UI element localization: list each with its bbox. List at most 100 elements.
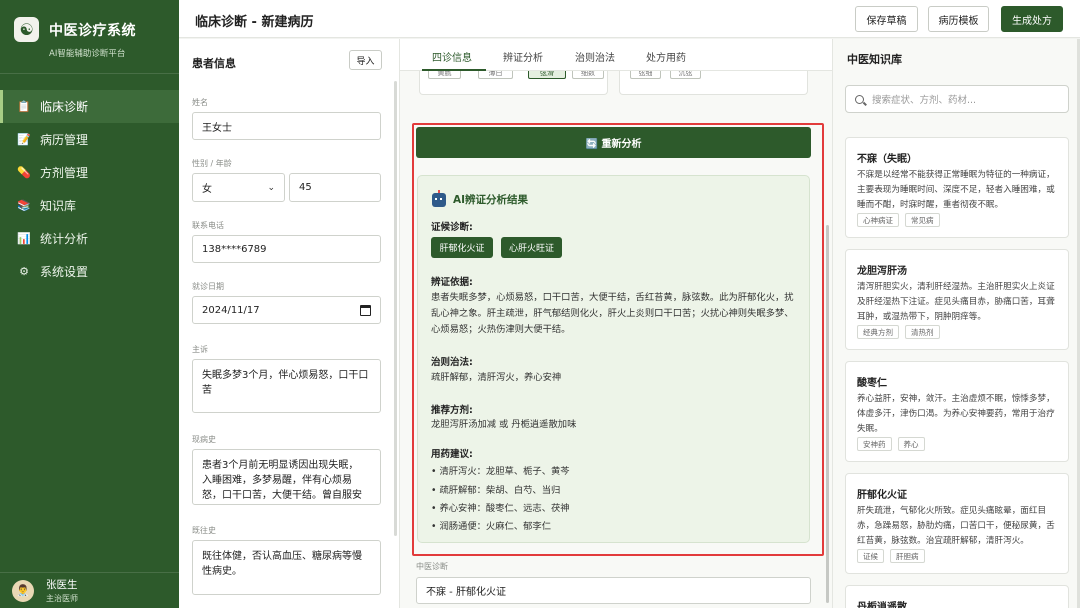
knowledge-panel: 中医知识库 搜索症状、方剂、药材... 不寐（失眠） 不寐是以经常不能获得正常睡… — [832, 39, 1080, 608]
avatar: 👨‍⚕️ — [12, 579, 34, 602]
tcm-diagnosis-label: 中医诊断 — [416, 562, 448, 571]
knowledge-tag[interactable]: 证候 — [857, 549, 884, 563]
visit-date-value: 2024/11/17 — [202, 304, 260, 316]
pill-icon: 💊 — [17, 165, 31, 179]
sex-value: 女 — [202, 184, 212, 195]
sidebar-item-label: 统计分析 — [40, 232, 89, 246]
phone-field[interactable]: 138****6789 — [192, 235, 381, 263]
sidebar-item-label: 系统设置 — [40, 265, 89, 279]
name-field[interactable]: 王女士 — [192, 112, 381, 140]
sidebar-item-knowledge[interactable]: 📚 知识库 — [0, 189, 179, 222]
patient-panel-title: 患者信息 — [192, 57, 236, 70]
present-history-field[interactable]: 患者3个月前无明显诱因出现失眠，入睡困难，多梦易醒，伴有心烦易怒，口干口苦，大便… — [192, 449, 381, 505]
name-label: 姓名 — [192, 98, 208, 107]
knowledge-card[interactable]: 肝郁化火证 肝失疏泄，气郁化火所致。症见头痛眩晕，面红目赤，急躁易怒，胁肋灼痛，… — [845, 473, 1069, 574]
knowledge-card-title: 丹栀逍遥散 — [857, 602, 907, 608]
import-button[interactable]: 导入 — [349, 50, 382, 70]
sidebar-item-label: 临床诊断 — [40, 100, 89, 114]
knowledge-card-desc: 不寐是以经常不能获得正常睡眠为特征的一种病证，主要表现为睡眠时间、深度不足，轻者… — [857, 170, 1055, 210]
clipboard-icon: 📋 — [17, 99, 31, 113]
knowledge-tag[interactable]: 肝胆病 — [890, 549, 925, 563]
age-field[interactable]: 45 — [289, 173, 381, 202]
knowledge-card[interactable]: 龙胆泻肝汤 清泻肝胆实火，清利肝经湿热。主治肝胆实火上炎证及肝经湿热下注证。症见… — [845, 249, 1069, 350]
document-icon: 📝 — [17, 132, 31, 146]
knowledge-tag[interactable]: 经典方剂 — [857, 325, 899, 339]
save-draft-button[interactable]: 保存草稿 — [855, 6, 918, 32]
user-role: 主治医师 — [46, 594, 78, 603]
history-label: 现病史 — [192, 435, 216, 444]
chart-icon: 📊 — [17, 231, 31, 245]
brand-divider — [0, 73, 179, 74]
formula-label: 推荐方剂: — [431, 405, 473, 416]
tab-syndrome-analysis[interactable]: 辨证分析 — [503, 49, 543, 64]
knowledge-card-desc: 养心益肝，安神，敛汗。主治虚烦不眠，惊悸多梦，体虚多汗，津伤口渴。为养心安神要药… — [857, 394, 1055, 434]
sidebar-item-records[interactable]: 📝 病历管理 — [0, 123, 179, 156]
sex-age-label: 性别 / 年龄 — [192, 159, 232, 168]
sidebar-item-settings[interactable]: ⚙ 系统设置 — [0, 255, 179, 288]
chevron-down-icon: ⌄ — [267, 182, 275, 193]
sidebar-nav: 📋 临床诊断 📝 病历管理 💊 方剂管理 📚 知识库 📊 统计分析 ⚙ 系统设置 — [0, 90, 179, 288]
knowledge-card[interactable]: 不寐（失眠） 不寐是以经常不能获得正常睡眠为特征的一种病证，主要表现为睡眠时间、… — [845, 137, 1069, 238]
search-placeholder: 搜索症状、方剂、药材... — [872, 95, 977, 106]
active-tab-indicator — [422, 69, 486, 71]
date-label: 就诊日期 — [192, 282, 224, 291]
herb-suggestion: • 润肠通便：火麻仁、郁李仁 — [431, 521, 552, 532]
knowledge-card-tags: 经典方剂 清热剂 — [857, 325, 946, 339]
diagnosis-panel: 黄腻 薄白 弦滑 细数 弦细 沉弦 四诊信息 辨证分析 治则治法 处方用药 🔄 … — [400, 39, 832, 608]
patient-panel-scrollbar[interactable] — [394, 81, 397, 536]
user-profile[interactable]: 👨‍⚕️ 张医生 主治医师 — [0, 572, 179, 608]
generate-prescription-button[interactable]: 生成处方 — [1001, 6, 1063, 32]
knowledge-card-tags: 安神药 养心 — [857, 437, 931, 451]
search-icon — [855, 94, 864, 104]
sidebar-item-clinical-diagnosis[interactable]: 📋 临床诊断 — [0, 90, 179, 123]
knowledge-search-input[interactable]: 搜索症状、方剂、药材... — [845, 85, 1069, 113]
syndrome-tag: 肝郁化火证 — [431, 237, 493, 258]
app-title: 中医诊疗系统 — [49, 22, 136, 39]
tab-prescription[interactable]: 处方用药 — [646, 49, 686, 64]
complaint-label: 主诉 — [192, 345, 208, 354]
knowledge-card[interactable]: 酸枣仁 养心益肝，安神，敛汗。主治虚烦不眠，惊悸多梦，体虚多汗，津伤口渴。为养心… — [845, 361, 1069, 462]
knowledge-card-title: 肝郁化火证 — [857, 490, 907, 501]
formula-text: 龙胆泻肝汤加减 或 丹栀逍遥散加味 — [431, 419, 577, 430]
patient-panel: 患者信息 导入 姓名 王女士 性别 / 年龄 女 ⌄ 45 联系电话 138**… — [179, 39, 400, 608]
knowledge-card-tags: 证候 肝胆病 — [857, 549, 931, 563]
result-title: AI辨证分析结果 — [453, 194, 529, 206]
method-text: 疏肝解郁，清肝泻火，养心安神 — [431, 372, 562, 383]
record-template-button[interactable]: 病历模板 — [928, 6, 989, 32]
reanalyze-button[interactable]: 🔄 重新分析 — [416, 127, 811, 158]
knowledge-tag[interactable]: 心神病证 — [857, 213, 899, 227]
knowledge-card[interactable]: 丹栀逍遥散 — [845, 585, 1069, 608]
diagnosis-panel-scrollbar[interactable] — [826, 225, 829, 603]
sidebar-item-label: 方剂管理 — [40, 166, 89, 180]
gear-icon: ⚙ — [19, 264, 29, 278]
tab-treatment-principle[interactable]: 治则治法 — [575, 49, 615, 64]
past-history-label: 既往史 — [192, 526, 216, 535]
tcm-diagnosis-field[interactable]: 不寐 - 肝郁化火证 — [416, 577, 811, 604]
sidebar-item-statistics[interactable]: 📊 统计分析 — [0, 222, 179, 255]
syndrome-dx-label: 证候诊断: — [431, 222, 473, 233]
knowledge-card-title: 酸枣仁 — [857, 378, 887, 389]
sidebar: ☯ 中医诊疗系统 AI智能辅助诊断平台 📋 临床诊断 📝 病历管理 💊 方剂管理… — [0, 0, 179, 608]
pulse-card: 弦细 沉弦 — [619, 67, 808, 95]
visit-date-field[interactable]: 2024/11/17 — [192, 296, 381, 324]
herb-suggestion: • 养心安神：酸枣仁、远志、茯神 — [431, 503, 570, 514]
phone-label: 联系电话 — [192, 221, 224, 230]
sidebar-item-label: 病历管理 — [40, 133, 89, 147]
sex-select[interactable]: 女 ⌄ — [192, 173, 285, 202]
herb-suggestion: • 清肝泻火：龙胆草、栀子、黄芩 — [431, 466, 570, 477]
top-bar: 临床诊断 - 新建病历 保存草稿 病历模板 生成处方 — [179, 0, 1080, 38]
user-name: 张医生 — [46, 579, 78, 591]
knowledge-tag[interactable]: 常见病 — [905, 213, 940, 227]
sidebar-item-formulas[interactable]: 💊 方剂管理 — [0, 156, 179, 189]
past-history-field[interactable]: 既往体健，否认高血压、糖尿病等慢性病史。 — [192, 540, 381, 595]
app-subtitle: AI智能辅助诊断平台 — [49, 49, 126, 59]
calendar-icon[interactable] — [360, 304, 371, 316]
yin-yang-logo-icon: ☯ — [14, 17, 39, 42]
knowledge-tag[interactable]: 清热剂 — [905, 325, 940, 339]
chief-complaint-field[interactable]: 失眠多梦3个月，伴心烦易怒，口干口苦 — [192, 359, 381, 413]
tongue-pulse-card: 黄腻 薄白 弦滑 细数 — [419, 67, 608, 95]
knowledge-tag[interactable]: 安神药 — [857, 437, 892, 451]
knowledge-tag[interactable]: 养心 — [897, 437, 925, 451]
tab-four-diagnosis[interactable]: 四诊信息 — [432, 49, 472, 64]
knowledge-card-tags: 心神病证 常见病 — [857, 213, 946, 227]
